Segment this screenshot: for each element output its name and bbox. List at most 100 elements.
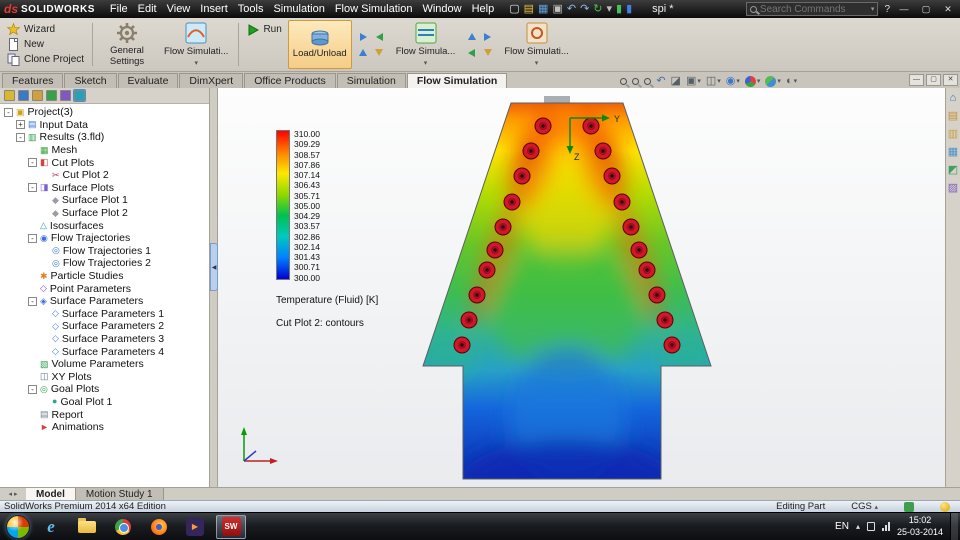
save-icon[interactable]: ▦: [538, 3, 548, 15]
tree-item-surface-parameters-2[interactable]: ◇ Surface Parameters 2: [0, 320, 209, 333]
flow-simulation-options-button[interactable]: Flow Simulati... ▾: [499, 20, 573, 69]
tree-item-surface-plot-1[interactable]: ◆ Surface Plot 1: [0, 194, 209, 207]
restore-icon[interactable]: ▢: [918, 4, 934, 15]
appearances-icon[interactable]: ◩: [948, 165, 958, 176]
chrome-icon[interactable]: [108, 515, 138, 539]
search-input[interactable]: [759, 3, 868, 15]
menu-edit[interactable]: Edit: [133, 3, 162, 15]
units-selector[interactable]: CGS ▴: [851, 501, 878, 512]
tree-item-results-3-fld[interactable]: - ▥ Results (3.fld): [0, 131, 209, 144]
undo-icon[interactable]: ↶: [567, 3, 576, 15]
help-status-icon[interactable]: [940, 501, 950, 512]
close-icon[interactable]: ✕: [940, 4, 956, 15]
tree-item-flow-trajectories[interactable]: - ◉ Flow Trajectories: [0, 232, 209, 245]
tree-item-particle-studies[interactable]: ✱ Particle Studies: [0, 270, 209, 283]
dimxpertmanager-tab-icon[interactable]: [46, 90, 57, 101]
collapse-icon[interactable]: -: [28, 296, 37, 306]
graphics-area[interactable]: 310.00 309.29 308.57 307.86 307.14 306.43 305.…: [218, 88, 945, 487]
insert-cut-plot-icon[interactable]: [357, 30, 370, 43]
units-dropdown-icon[interactable]: ▴: [874, 504, 878, 511]
home-icon[interactable]: ⌂: [950, 93, 957, 104]
show-desktop-button[interactable]: [950, 512, 958, 540]
display-style-icon[interactable]: ◫ ▾: [706, 76, 721, 87]
collapse-icon[interactable]: -: [28, 384, 37, 394]
tab-office-products[interactable]: Office Products: [244, 73, 336, 88]
probe-icon[interactable]: [465, 46, 478, 59]
tree-item-surface-parameters[interactable]: - ◈ Surface Parameters: [0, 295, 209, 308]
tab-evaluate[interactable]: Evaluate: [117, 73, 179, 88]
action-center-icon[interactable]: [866, 522, 875, 531]
menu-flow-simulation[interactable]: Flow Simulation: [330, 3, 418, 15]
menu-simulation[interactable]: Simulation: [268, 3, 329, 15]
collapse-icon[interactable]: -: [16, 132, 25, 142]
collapse-icon[interactable]: -: [28, 183, 37, 193]
open-icon[interactable]: ▤: [524, 3, 534, 15]
firefox-icon[interactable]: [144, 515, 174, 539]
insert-goal-plot-icon[interactable]: [373, 46, 386, 59]
menu-window[interactable]: Window: [417, 3, 466, 15]
hidden-icons-icon[interactable]: ▴: [856, 522, 860, 531]
options-icon[interactable]: ▾: [607, 3, 613, 15]
rebuild-icon[interactable]: ↻: [593, 3, 602, 15]
tree-item-flow-trajectories-2[interactable]: ◎ Flow Trajectories 2: [0, 257, 209, 270]
configurationmanager-tab-icon[interactable]: [32, 90, 43, 101]
view-palette-icon[interactable]: ▦: [948, 147, 958, 158]
explorer-folder-icon[interactable]: [72, 515, 102, 539]
compare-icon[interactable]: [481, 46, 494, 59]
zoom-in-out-icon[interactable]: [644, 78, 652, 85]
collapse-icon[interactable]: -: [28, 158, 37, 168]
design-library-icon[interactable]: ▤: [948, 111, 958, 122]
tree-item-surface-plot-2[interactable]: ◆ Surface Plot 2: [0, 207, 209, 220]
lighting-icon[interactable]: [481, 30, 494, 43]
tree-item-surface-plots[interactable]: - ◨ Surface Plots: [0, 182, 209, 195]
measure-icon[interactable]: ▮: [626, 3, 632, 15]
tree-item-goal-plots[interactable]: - ◎ Goal Plots: [0, 383, 209, 396]
model-tab-model[interactable]: Model: [26, 488, 76, 500]
insert-trajectories-icon[interactable]: [357, 46, 370, 59]
tab-simulation[interactable]: Simulation: [336, 73, 406, 88]
start-orb-icon[interactable]: [6, 514, 30, 539]
tab-features[interactable]: Features: [2, 73, 64, 88]
tree-item-animations[interactable]: ► Animations: [0, 421, 209, 434]
panel-splitter[interactable]: ◀: [210, 88, 218, 487]
new-icon[interactable]: ▢: [509, 3, 519, 15]
menu-file[interactable]: File: [105, 3, 133, 15]
collapse-icon[interactable]: -: [28, 233, 37, 243]
clock[interactable]: 15:02 25-03-2014: [897, 515, 943, 538]
tree-item-cut-plots[interactable]: - ◧ Cut Plots: [0, 156, 209, 169]
media-player-icon[interactable]: ▶: [180, 515, 210, 539]
expand-icon[interactable]: +: [16, 120, 25, 130]
doc-minimize-icon[interactable]: —: [909, 74, 924, 86]
new-button[interactable]: New: [4, 37, 87, 52]
print-icon[interactable]: ▣: [552, 3, 562, 15]
view-settings-icon[interactable]: ◐ ▾: [786, 76, 797, 87]
simulation-advisor-icon[interactable]: ▮: [616, 3, 622, 15]
tree-item-project-3[interactable]: - ▣ Project(3): [0, 106, 209, 119]
section-view-icon[interactable]: ◪: [671, 76, 681, 87]
tree-item-point-parameters[interactable]: ◇ Point Parameters: [0, 282, 209, 295]
temperature-contour-plot[interactable]: Y Z: [418, 96, 718, 487]
solidworks-icon[interactable]: SW: [216, 514, 246, 539]
redo-icon[interactable]: ↷: [580, 3, 589, 15]
tree-item-report[interactable]: ▤ Report: [0, 408, 209, 421]
displaymanager-tab-icon[interactable]: [60, 90, 71, 101]
tree-item-volume-parameters[interactable]: ▧ Volume Parameters: [0, 358, 209, 371]
zoom-to-fit-icon[interactable]: [620, 78, 628, 85]
custom-properties-icon[interactable]: ▨: [948, 183, 958, 194]
run-button[interactable]: Run: [244, 22, 284, 37]
tab-scroll-arrows[interactable]: ◂ ▸: [0, 488, 26, 500]
mesh-display-icon[interactable]: [465, 30, 478, 43]
file-explorer-icon[interactable]: ▥: [948, 129, 958, 140]
tree-item-flow-trajectories-1[interactable]: ◎ Flow Trajectories 1: [0, 245, 209, 258]
tree-item-xy-plots[interactable]: ◫ XY Plots: [0, 370, 209, 383]
network-icon[interactable]: [881, 522, 890, 531]
tab-flow-simulation[interactable]: Flow Simulation: [406, 73, 508, 88]
model-tab-motion-study-1[interactable]: Motion Study 1: [75, 488, 164, 500]
tab-dimxpert[interactable]: DimXpert: [179, 73, 244, 88]
edit-appearance-icon[interactable]: ▾: [744, 76, 760, 87]
tree-item-cut-plot-2[interactable]: ✂ Cut Plot 2: [0, 169, 209, 182]
tab-sketch[interactable]: Sketch: [64, 73, 117, 88]
doc-restore-icon[interactable]: ▢: [926, 74, 941, 86]
featuremanager-tab-icon[interactable]: [4, 90, 15, 101]
apply-scene-icon[interactable]: ▾: [765, 76, 781, 87]
